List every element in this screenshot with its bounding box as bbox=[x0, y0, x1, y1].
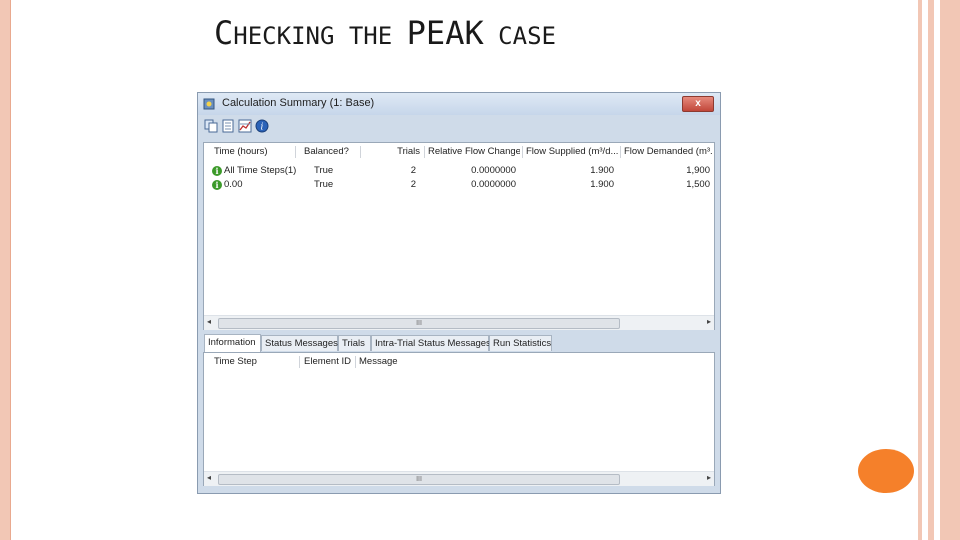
column-divider bbox=[295, 146, 296, 158]
scroll-grip: III bbox=[416, 476, 422, 483]
help-icon[interactable]: i bbox=[255, 119, 269, 133]
cell-flow-supplied: 1.900 bbox=[590, 165, 614, 176]
window-title: Calculation Summary (1: Base) bbox=[222, 97, 375, 109]
cell-trials: 2 bbox=[410, 165, 416, 176]
column-header-element-id[interactable]: Element ID bbox=[304, 353, 354, 371]
column-divider bbox=[355, 356, 356, 368]
column-header-balanced[interactable]: Balanced? bbox=[304, 143, 359, 161]
left-frame-line bbox=[10, 0, 11, 540]
cell-time: All Time Steps(1) bbox=[224, 165, 297, 176]
slide-title: CHECKING THE PEAK CASE bbox=[214, 14, 556, 52]
calculation-summary-window: Calculation Summary (1: Base) x i Time (… bbox=[197, 92, 721, 494]
column-divider bbox=[620, 146, 621, 158]
scroll-right-arrow-icon[interactable]: ▸ bbox=[707, 317, 711, 326]
cell-trials: 2 bbox=[410, 179, 416, 190]
column-divider bbox=[299, 356, 300, 368]
cell-flow-supplied: 1.900 bbox=[590, 179, 614, 190]
report-icon[interactable] bbox=[221, 119, 235, 133]
scroll-right-arrow-icon[interactable]: ▸ bbox=[707, 473, 711, 482]
title-part: HECKING THE bbox=[233, 22, 407, 50]
results-table: Time (hours) Balanced? Trials Relative F… bbox=[203, 142, 715, 330]
cell-balanced: True bbox=[314, 179, 334, 190]
right-frame-stripe bbox=[918, 0, 922, 540]
horizontal-scrollbar[interactable]: ◂ III ▸ bbox=[204, 315, 714, 330]
close-button[interactable]: x bbox=[682, 96, 714, 112]
cell-flow-demanded: 1,900 bbox=[686, 165, 710, 176]
title-emphasis: PEAK bbox=[406, 14, 484, 52]
column-header-flow-supplied[interactable]: Flow Supplied (m³/d... bbox=[526, 143, 618, 161]
tab-run-statistics[interactable]: Run Statistics bbox=[489, 335, 552, 351]
app-icon bbox=[203, 98, 215, 110]
column-header-message[interactable]: Message bbox=[359, 353, 419, 371]
column-divider bbox=[424, 146, 425, 158]
cell-balanced: True bbox=[314, 165, 334, 176]
scrollbar-thumb[interactable]: III bbox=[218, 318, 620, 329]
column-divider bbox=[360, 146, 361, 158]
right-frame-stripe bbox=[940, 0, 960, 540]
scroll-left-arrow-icon[interactable]: ◂ bbox=[207, 317, 211, 326]
messages-table: Time Step Element ID Message ◂ III ▸ bbox=[203, 352, 715, 486]
tab-intra-trial-status-messages[interactable]: Intra-Trial Status Messages bbox=[371, 335, 491, 351]
title-capital: C bbox=[214, 14, 234, 52]
scroll-left-arrow-icon[interactable]: ◂ bbox=[207, 473, 211, 482]
column-header-time-step[interactable]: Time Step bbox=[214, 353, 294, 371]
left-frame-border bbox=[0, 0, 10, 540]
cell-relative-flow-change: 0.0000000 bbox=[471, 165, 516, 176]
cell-flow-demanded: 1,500 bbox=[686, 179, 710, 190]
scroll-grip: III bbox=[416, 320, 422, 327]
cell-relative-flow-change: 0.0000000 bbox=[471, 179, 516, 190]
svg-text:i: i bbox=[261, 123, 264, 133]
orange-circle-decoration bbox=[858, 449, 914, 493]
copy-icon[interactable] bbox=[204, 119, 218, 133]
tab-status-messages[interactable]: Status Messages bbox=[261, 335, 338, 351]
column-header-time[interactable]: Time (hours) bbox=[214, 143, 294, 161]
column-header-flow-demanded[interactable]: Flow Demanded (m³... bbox=[624, 143, 712, 161]
close-icon: x bbox=[695, 98, 701, 109]
scrollbar-thumb[interactable]: III bbox=[218, 474, 620, 485]
column-divider bbox=[522, 146, 523, 158]
horizontal-scrollbar[interactable]: ◂ III ▸ bbox=[204, 471, 714, 486]
cell-time: 0.00 bbox=[224, 179, 243, 190]
title-part: CASE bbox=[483, 22, 556, 50]
chart-icon[interactable] bbox=[238, 119, 252, 133]
tab-information[interactable]: Information bbox=[204, 334, 261, 352]
tab-trials[interactable]: Trials bbox=[338, 335, 371, 351]
column-header-trials[interactable]: Trials bbox=[364, 143, 420, 161]
window-titlebar[interactable]: Calculation Summary (1: Base) x bbox=[198, 93, 720, 115]
info-icon: i bbox=[212, 166, 222, 176]
right-frame-stripe bbox=[928, 0, 934, 540]
info-icon: i bbox=[212, 180, 222, 190]
column-header-relative-flow-change[interactable]: Relative Flow Change bbox=[428, 143, 520, 161]
